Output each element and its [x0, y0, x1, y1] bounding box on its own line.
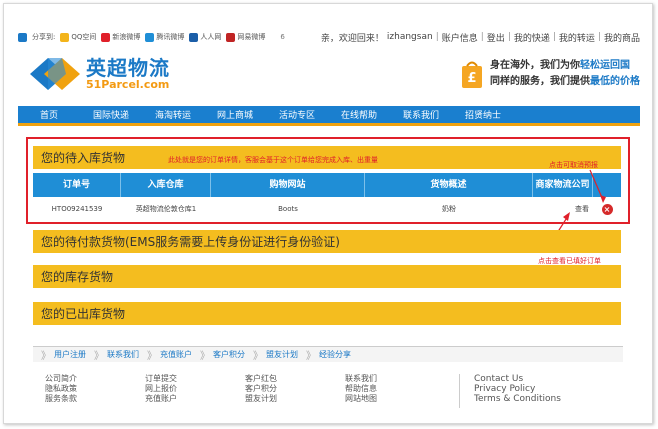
- footer-divider: [459, 374, 460, 408]
- footer-experience-link[interactable]: 》经验分享: [306, 347, 351, 362]
- arrowhead-view: [563, 212, 570, 221]
- chevron-right-icon: 》: [147, 351, 157, 362]
- footer-col-help: 联系我们 帮助信息 网站地图: [345, 374, 377, 403]
- footer-col-english: Contact Us Privacy Policy Terms & Condit…: [474, 374, 561, 404]
- chevron-right-icon: 》: [200, 351, 210, 362]
- chevron-right-icon: 》: [41, 351, 51, 362]
- footer-col-customers: 客户红包 客户积分 盟友计划: [245, 374, 277, 403]
- footer-col-company: 公司简介 隐私政策 服务条款: [45, 374, 77, 403]
- section-stock[interactable]: 您的库存货物: [33, 265, 621, 288]
- chevron-right-icon: 》: [253, 351, 263, 362]
- footer-register-link[interactable]: 》用户注册: [41, 347, 86, 362]
- footer-topup-link[interactable]: 》充值账户: [147, 347, 192, 362]
- annotation-arrows: [544, 169, 606, 253]
- chevron-right-icon: 》: [306, 351, 316, 362]
- chevron-right-icon: 》: [94, 351, 104, 362]
- arrowhead-cancel: [600, 195, 606, 203]
- footer-points-link[interactable]: 》客户积分: [200, 347, 245, 362]
- section-pending-payment[interactable]: 您的待付款货物(EMS服务需要上传身份证进行身份验证): [33, 230, 621, 253]
- footer-col-orders: 订单提交 网上报价 充值账户: [145, 374, 177, 403]
- footer-link-bar: 》用户注册 》联系我们 》充值账户 》客户积分 》盟友计划 》经验分享: [33, 346, 623, 362]
- footer-columns: 公司简介 隐私政策 服务条款 订单提交 网上报价 充值账户 客户红包 客户积分 …: [45, 374, 625, 408]
- footer-contact-link[interactable]: 》联系我们: [94, 347, 139, 362]
- footer-ally-link[interactable]: 》盟友计划: [253, 347, 298, 362]
- section-shipped[interactable]: 您的已出库货物: [33, 302, 621, 325]
